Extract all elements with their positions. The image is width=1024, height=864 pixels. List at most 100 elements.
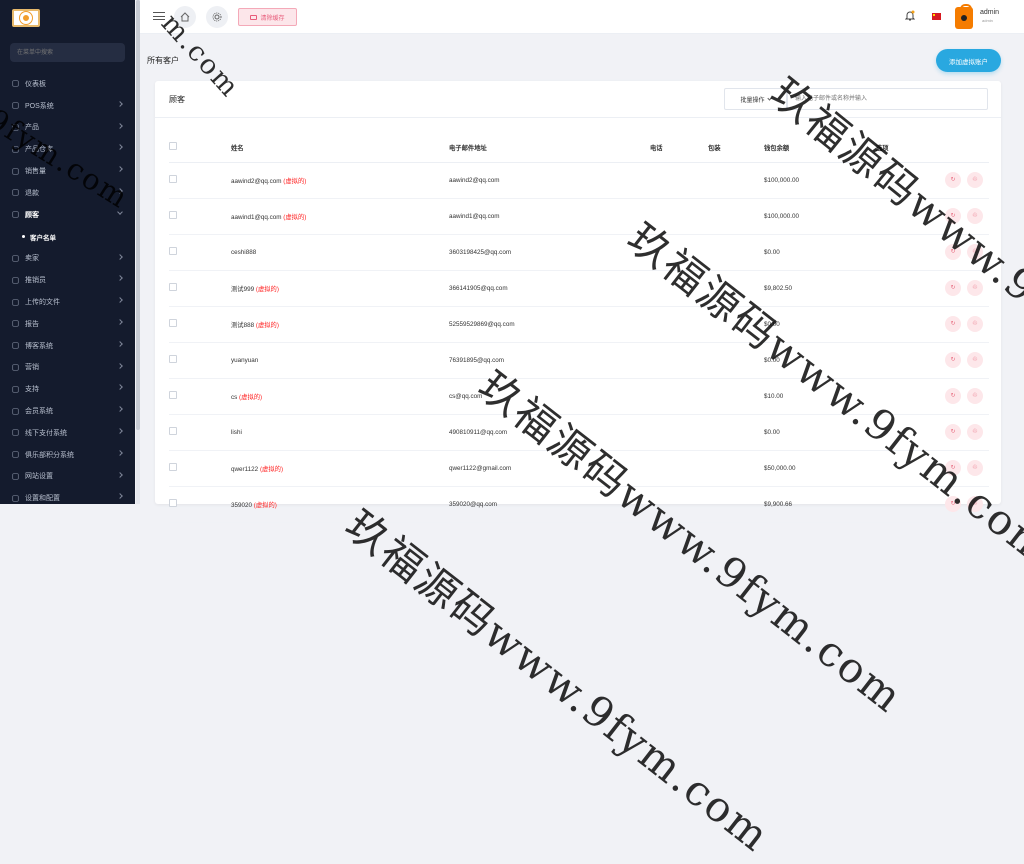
row-checkbox[interactable] (169, 463, 177, 471)
sidebar-item-2[interactable]: 产品 (0, 117, 135, 139)
login-as-user-button[interactable]: ↻ (945, 424, 961, 440)
customer-name: ceshi888 (231, 248, 257, 256)
customer-phone (650, 378, 708, 415)
customer-name: 测试888 (231, 321, 255, 329)
row-checkbox[interactable] (169, 391, 177, 399)
login-as-user-button[interactable]: ↻ (945, 280, 961, 296)
row-checkbox[interactable] (169, 211, 177, 219)
delete-button[interactable]: ♲ (967, 460, 983, 476)
table-row: 359020 (虚拟的) 359020@qq.com $9,900.66 ↻ ♲ (169, 486, 989, 523)
table-row: ceshi888 3603198425@qq.com $0.00 ↻ ♲ (169, 234, 989, 271)
sidebar-item-15[interactable]: 会员系统 (0, 400, 135, 422)
menu-toggle-icon[interactable] (153, 12, 165, 20)
sidebar-item-0[interactable]: 仪表板 (0, 73, 135, 95)
sidebar-item-label: 俱乐部积分系统 (25, 451, 74, 459)
virtual-label: (虚拟的) (259, 465, 284, 473)
row-actions-cell: ↻ ♲ (876, 306, 989, 343)
customer-search-input[interactable] (787, 88, 988, 110)
customer-package (708, 450, 764, 487)
login-as-user-button[interactable]: ↻ (945, 460, 961, 476)
row-select-cell (169, 450, 231, 487)
customer-package (708, 270, 764, 307)
admin-role: admin (982, 18, 993, 23)
add-virtual-account-button[interactable]: 添加虚拟账户 (936, 49, 1001, 72)
delete-button[interactable]: ♲ (967, 244, 983, 260)
delete-button[interactable]: ♲ (967, 496, 983, 512)
sidebar-item-13[interactable]: 营销 (0, 357, 135, 379)
sidebar-subitem-customer-list[interactable]: 客户名单 (0, 226, 135, 248)
admin-avatar[interactable] (955, 4, 973, 29)
row-checkbox[interactable] (169, 283, 177, 291)
customer-name: aawind1@qq.com (231, 213, 282, 221)
sidebar-item-10[interactable]: 上传的文件 (0, 291, 135, 313)
gear-icon (212, 12, 222, 22)
sidebar-item-4[interactable]: 销售量 (0, 160, 135, 182)
row-checkbox[interactable] (169, 355, 177, 363)
sidebar-item-5[interactable]: 退款 (0, 182, 135, 204)
row-checkbox[interactable] (169, 499, 177, 507)
bulk-actions-dropdown[interactable]: 批量操作 (724, 88, 787, 110)
china-flag-icon[interactable] (932, 13, 941, 20)
delete-button[interactable]: ♲ (967, 388, 983, 404)
table-row: 测试999 (虚拟的) 366141905@qq.com $9,802.50 ↻ ♲ (169, 270, 989, 307)
delete-button[interactable]: ♲ (967, 424, 983, 440)
customer-phone (650, 486, 708, 523)
sidebar-item-14[interactable]: 支持 (0, 378, 135, 400)
login-as-user-button[interactable]: ↻ (945, 208, 961, 224)
sidebar-item-1[interactable]: POS系统 (0, 95, 135, 117)
notification-bell-icon[interactable] (905, 10, 915, 22)
login-as-user-button[interactable]: ↻ (945, 388, 961, 404)
chevron-icon (117, 449, 123, 456)
sidebar-item-19[interactable]: 设置和配置 (0, 487, 135, 509)
table-row: aawind1@qq.com (虚拟的) aawind1@qq.com $100,0… (169, 198, 989, 235)
customer-email: qwer1122@gmail.com (449, 450, 650, 487)
customer-phone (650, 450, 708, 487)
clear-cache-button[interactable]: 清除缓存 (238, 8, 297, 26)
home-button[interactable] (174, 6, 196, 28)
delete-button[interactable]: ♲ (967, 280, 983, 296)
sidebar-search-input[interactable] (10, 43, 125, 62)
customer-name-cell: cs (虚拟的) (231, 378, 449, 415)
virtual-label: (虚拟的) (239, 393, 263, 401)
row-checkbox[interactable] (169, 427, 177, 435)
sidebar-menu: 仪表板 POS系统产品 产品仓库 销售量 退款 顾客 客户名单 卖家 推销员 上传的文件 报告 博客系… (0, 73, 135, 509)
select-all-checkbox[interactable] (169, 142, 177, 151)
sidebar-item-label: POS系统 (25, 102, 54, 110)
login-as-user-button[interactable]: ↻ (945, 316, 961, 332)
row-actions: ↻ ♲ (876, 460, 989, 476)
row-checkbox[interactable] (169, 247, 177, 255)
sidebar-item-16[interactable]: 线下支付系统 (0, 422, 135, 444)
bulk-actions-label: 批量操作 (740, 97, 765, 104)
delete-button[interactable]: ♲ (967, 316, 983, 332)
delete-button[interactable]: ♲ (967, 208, 983, 224)
login-as-user-button[interactable]: ↻ (945, 352, 961, 368)
customer-package (708, 378, 764, 415)
customer-email: 366141905@qq.com (449, 270, 650, 307)
website-icon (12, 473, 19, 480)
sidebar-item-12[interactable]: 博客系统 (0, 335, 135, 357)
delete-button[interactable]: ♲ (967, 352, 983, 368)
sidebar-item-11[interactable]: 报告 (0, 313, 135, 335)
chevron-icon (117, 100, 123, 107)
settings-button[interactable] (206, 6, 228, 28)
sidebar-item-8[interactable]: 卖家 (0, 248, 135, 270)
row-actions: ↻ ♲ (876, 172, 989, 188)
customer-name-cell: lishi (231, 414, 449, 451)
row-actions-cell: ↻ ♲ (876, 270, 989, 307)
login-as-user-button[interactable]: ↻ (945, 244, 961, 260)
login-as-user-button[interactable]: ↻ (945, 172, 961, 188)
wallet-balance: $50,000.00 (764, 450, 876, 487)
row-checkbox[interactable] (169, 175, 177, 183)
admin-name[interactable]: admin (980, 9, 999, 16)
delete-button[interactable]: ♲ (967, 172, 983, 188)
sidebar-item-9[interactable]: 推销员 (0, 269, 135, 291)
row-checkbox[interactable] (169, 319, 177, 327)
sidebar-scrollbar-thumb[interactable] (136, 0, 140, 430)
sidebar-item-3[interactable]: 产品仓库 (0, 138, 135, 160)
login-as-user-button[interactable]: ↻ (945, 496, 961, 512)
sidebar-item-6[interactable]: 顾客 (0, 204, 135, 226)
chevron-icon (117, 297, 123, 304)
sidebar-item-17[interactable]: 俱乐部积分系统 (0, 444, 135, 466)
chevron-icon (117, 275, 123, 282)
sidebar-item-18[interactable]: 网站设置 (0, 466, 135, 488)
